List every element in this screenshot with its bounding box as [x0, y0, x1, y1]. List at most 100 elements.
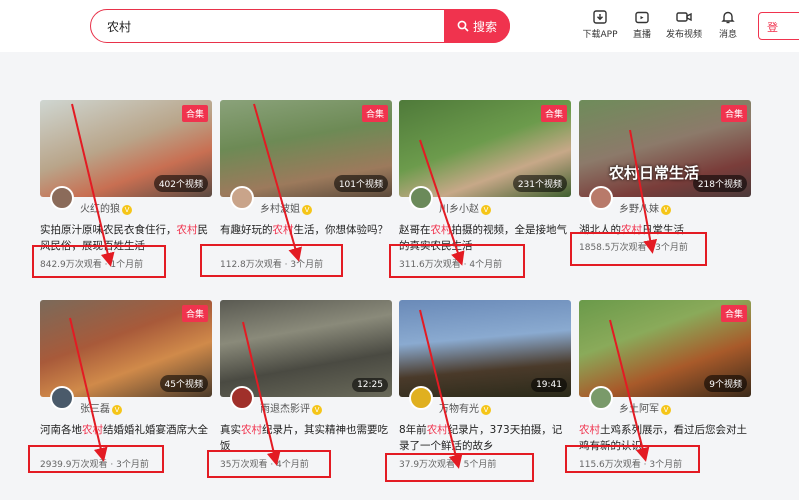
- video-thumbnail[interactable]: 合集 402个视频: [40, 100, 212, 197]
- title-text: 河南各地: [40, 424, 82, 436]
- title-keyword: 农村: [82, 424, 103, 436]
- avatar[interactable]: [409, 386, 433, 410]
- collection-badge: 合集: [540, 105, 567, 122]
- video-card[interactable]: 合集 9个视频 乡土阿军 V 农村土鸡系列展示，看过后您会对土鸡有新的认识 115…: [579, 300, 751, 470]
- nav-publish-video[interactable]: 发布视频: [662, 10, 706, 40]
- video-count: 231个视频: [512, 175, 567, 192]
- video-duration: 19:41: [531, 378, 567, 392]
- video-thumbnail[interactable]: 12:25: [220, 300, 392, 397]
- annotation-box: [385, 453, 534, 482]
- collection-badge: 合集: [720, 305, 747, 322]
- collection-badge: 合集: [720, 105, 747, 122]
- title-keyword: 农村: [272, 224, 294, 236]
- search-button-label: 搜索: [472, 19, 497, 34]
- author-line[interactable]: 火红的狼 V: [80, 200, 132, 215]
- title-keyword: 农村: [176, 224, 198, 236]
- author-line[interactable]: 张三磊 V: [80, 400, 122, 415]
- video-thumbnail[interactable]: 合集 45个视频: [40, 300, 212, 397]
- title-keyword: 农村: [430, 224, 452, 236]
- video-duration: 12:25: [352, 378, 388, 392]
- thumbnail-overlay-text: 农村日常生活: [609, 164, 700, 182]
- video-card[interactable]: 12:25 雨退杰影评 V 真实农村纪录片，其实精神也需要吃饭 35万次观看 · …: [220, 300, 392, 470]
- avatar[interactable]: [50, 186, 74, 210]
- video-thumbnail[interactable]: 合集 101个视频: [220, 100, 392, 197]
- video-thumbnail[interactable]: 合集 9个视频: [579, 300, 751, 397]
- video-count: 101个视频: [333, 175, 388, 192]
- search-box[interactable]: 农村 搜索: [90, 9, 510, 43]
- video-count: 9个视频: [704, 375, 747, 392]
- verified-icon: V: [122, 205, 132, 215]
- video-card[interactable]: 19:41 万物有光 V 8年前农村纪录片，373天拍摄，记录了一个鲜活的故乡 3…: [399, 300, 571, 470]
- login-button[interactable]: 登: [758, 12, 799, 40]
- title-keyword: 农村: [426, 424, 448, 436]
- video-title[interactable]: 有趣好玩的农村生活，你想体验吗？: [220, 222, 392, 238]
- annotation-box: [570, 232, 707, 266]
- author-line[interactable]: 川乡小赵 V: [439, 200, 491, 215]
- video-count: 402个视频: [153, 175, 208, 192]
- camera-icon: [676, 12, 692, 22]
- collection-badge: 合集: [181, 305, 208, 322]
- author-line[interactable]: 乡野八妹 V: [619, 200, 671, 215]
- video-thumbnail[interactable]: 合集 218个视频 农村日常生活: [579, 100, 751, 197]
- video-card[interactable]: 合集 45个视频 张三磊 V 河南各地农村结婚婚礼婚宴酒席大全 2939.9万次观…: [40, 300, 212, 470]
- annotation-box: [389, 244, 525, 278]
- verified-icon: V: [302, 205, 312, 215]
- avatar[interactable]: [589, 186, 613, 210]
- collection-badge: 合集: [361, 105, 388, 122]
- title-text: 8年前: [399, 424, 427, 436]
- video-title[interactable]: 河南各地农村结婚婚礼婚宴酒席大全: [40, 422, 212, 438]
- video-count: 45个视频: [159, 375, 208, 392]
- nav-download-app[interactable]: 下载APP: [578, 10, 622, 40]
- collection-badge: 合集: [181, 105, 208, 122]
- title-text: 生活，你想体验吗？: [293, 224, 389, 236]
- download-icon: [593, 10, 607, 24]
- title-text: 真实: [220, 424, 241, 436]
- avatar[interactable]: [409, 186, 433, 210]
- avatar[interactable]: [50, 386, 74, 410]
- nav-messages[interactable]: 消息: [706, 10, 750, 40]
- title-text: 有趣好玩的: [220, 224, 273, 236]
- author-name[interactable]: 张三磊: [80, 404, 110, 415]
- title-text: 赵哥在: [399, 224, 431, 236]
- verified-icon: V: [481, 205, 491, 215]
- author-line[interactable]: 乡村波姐 V: [260, 200, 312, 215]
- verified-icon: V: [112, 405, 122, 415]
- nav-live[interactable]: 直播: [620, 10, 664, 40]
- author-name[interactable]: 雨退杰影评: [260, 404, 310, 415]
- top-header: 农村 搜索 下载APP 直播 发布视频 消息 登: [0, 0, 799, 52]
- bell-icon: [721, 11, 735, 24]
- author-name[interactable]: 乡野八妹: [619, 204, 659, 215]
- title-text: 结婚婚礼婚宴酒席大全: [103, 424, 208, 436]
- video-card[interactable]: 合集 101个视频 乡村波姐 V 有趣好玩的农村生活，你想体验吗？ 112.8万次…: [220, 100, 392, 270]
- search-input[interactable]: 农村: [107, 18, 131, 35]
- author-line[interactable]: 雨退杰影评 V: [260, 400, 322, 415]
- author-name[interactable]: 川乡小赵: [439, 204, 479, 215]
- avatar[interactable]: [230, 386, 254, 410]
- nav-label: 消息: [718, 30, 737, 40]
- annotation-box: [565, 445, 700, 473]
- verified-icon: V: [661, 205, 671, 215]
- video-card[interactable]: 合集 218个视频 农村日常生活 乡野八妹 V 湖北人的农村日常生活 1858.5…: [579, 100, 751, 253]
- search-icon: [457, 20, 469, 32]
- author-line[interactable]: 万物有光 V: [439, 400, 491, 415]
- verified-icon: V: [661, 405, 671, 415]
- video-thumbnail[interactable]: 19:41: [399, 300, 571, 397]
- author-name[interactable]: 万物有光: [439, 404, 479, 415]
- annotation-box: [28, 445, 164, 473]
- title-keyword: 农村: [241, 424, 262, 436]
- annotation-box: [200, 244, 343, 277]
- video-title[interactable]: 8年前农村纪录片，373天拍摄，记录了一个鲜活的故乡: [399, 422, 571, 454]
- avatar[interactable]: [589, 386, 613, 410]
- avatar[interactable]: [230, 186, 254, 210]
- annotation-box: [32, 245, 166, 278]
- author-line[interactable]: 乡土阿军 V: [619, 400, 671, 415]
- search-button[interactable]: 搜索: [444, 9, 510, 43]
- author-name[interactable]: 火红的狼: [80, 204, 120, 215]
- author-name[interactable]: 乡土阿军: [619, 404, 659, 415]
- nav-label: 发布视频: [665, 30, 702, 40]
- video-card[interactable]: 合集 231个视频 川乡小赵 V 赵哥在农村拍摄的视频，全是接地气的真实农民生活 …: [399, 100, 571, 270]
- author-name[interactable]: 乡村波姐: [260, 204, 300, 215]
- video-thumbnail[interactable]: 合集 231个视频: [399, 100, 571, 197]
- title-keyword: 农村: [579, 424, 600, 436]
- video-card[interactable]: 合集 402个视频 火红的狼 V 实拍原汁原味农民衣食住行，农村民风民俗，展现百姓…: [40, 100, 212, 270]
